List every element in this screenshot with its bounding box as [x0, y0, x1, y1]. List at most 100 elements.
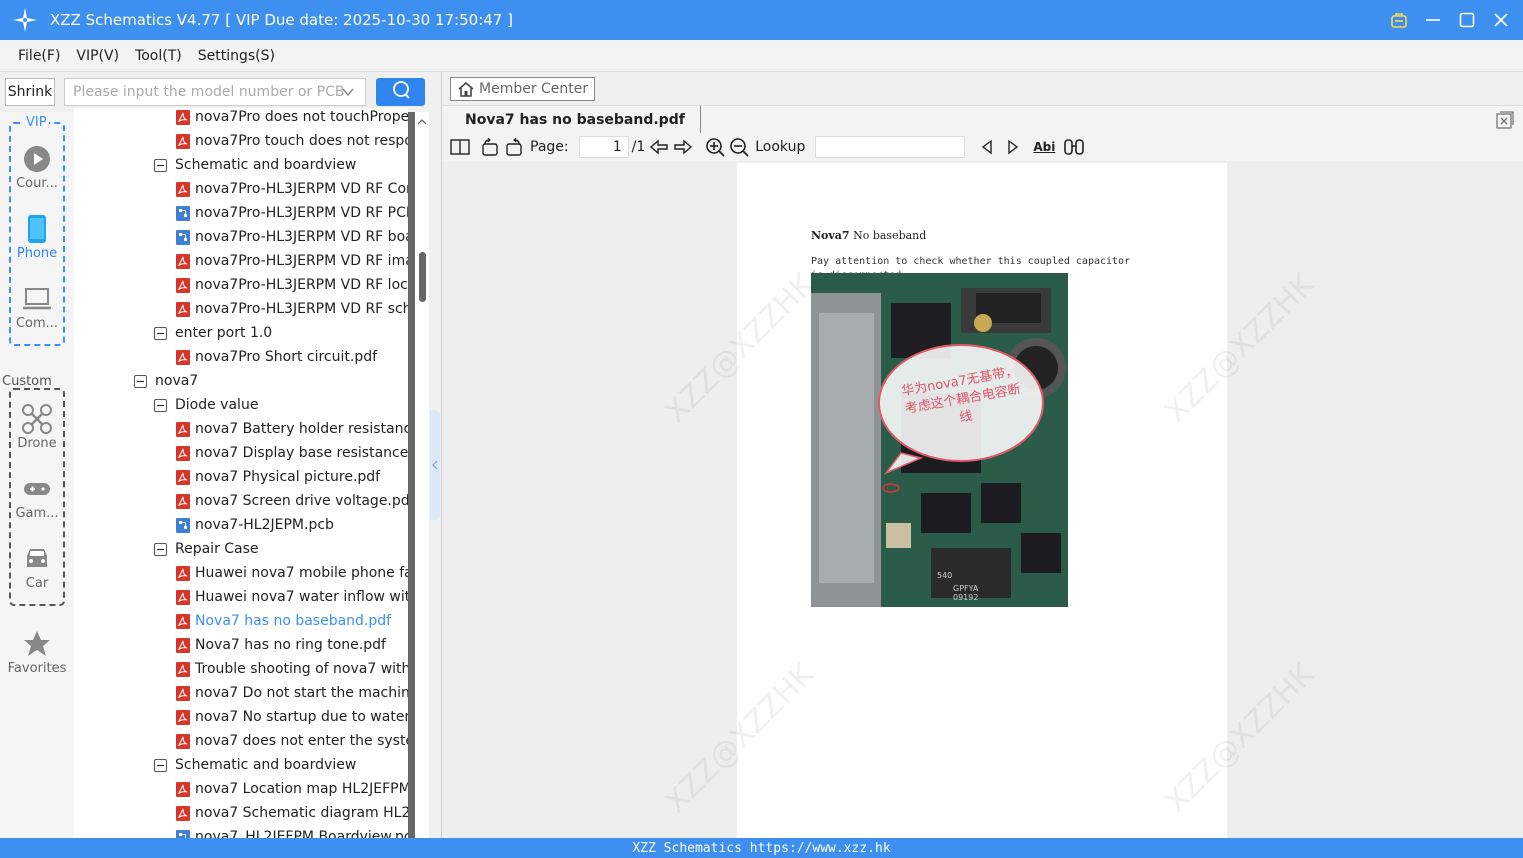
tree-file[interactable]: nova7Pro-HL3JERPM VD RF Cor [176, 177, 408, 201]
collapse-toggle-icon[interactable] [154, 398, 167, 412]
scroll-up-icon[interactable] [417, 114, 427, 130]
tree-file[interactable]: nova7Pro-HL3JERPM VD RF boa [176, 225, 408, 249]
rotate-left-icon[interactable] [480, 136, 500, 158]
pdf-page: Nova7 No baseband Pay attention to check… [737, 163, 1227, 838]
collapse-toggle-icon[interactable] [154, 158, 167, 172]
tree-file[interactable]: nova7Pro-HL3JERPM VD RF PCI [176, 201, 408, 225]
collapse-toggle-icon[interactable] [134, 374, 147, 388]
tree-item-label: Schematic and boardview [175, 757, 357, 773]
tree-file[interactable]: nova7 Screen drive voltage.pdf [176, 489, 408, 513]
close-button[interactable] [1491, 10, 1511, 30]
menu-tool[interactable]: Tool(T) [135, 48, 182, 64]
tree-folder[interactable]: nova7 [134, 369, 198, 393]
category-favorites[interactable]: Favorites [0, 629, 74, 676]
panel-splitter[interactable] [430, 410, 440, 520]
match-case-button[interactable]: Abi [1033, 136, 1055, 158]
find-previous-icon[interactable] [979, 136, 995, 158]
collapse-toggle-icon[interactable] [154, 758, 167, 772]
tree-file[interactable]: nova7 does not enter the systen [176, 729, 408, 753]
member-center-button[interactable]: Member Center [450, 77, 596, 101]
tree-file[interactable]: Trouble shooting of nova7 with [176, 657, 408, 681]
tree-file[interactable]: Huawei nova7 water inflow witl [176, 585, 408, 609]
tree-folder[interactable]: Schematic and boardview [154, 753, 356, 777]
tree-scrollbar-thumb[interactable] [419, 252, 426, 302]
tree-file[interactable]: Nova7 has no baseband.pdf [176, 609, 391, 633]
star-icon [0, 629, 74, 659]
pdf-viewport[interactable]: Nova7 No baseband Pay attention to check… [442, 161, 1523, 838]
next-page-icon[interactable] [673, 136, 693, 158]
rotate-right-icon[interactable] [504, 136, 524, 158]
tree-file[interactable]: nova7Pro touch does not respo [176, 129, 408, 153]
tree-file[interactable]: Huawei nova7 mobile phone fa [176, 561, 408, 585]
maximize-button[interactable] [1457, 10, 1477, 30]
search-placeholder: Please input the model number or PCB [73, 84, 345, 100]
tree-file[interactable]: nova7Pro Short circuit.pdf [176, 345, 377, 369]
collapse-toggle-icon[interactable] [154, 542, 167, 556]
lookup-label: Lookup [755, 139, 806, 155]
menu-vip[interactable]: VIP(V) [76, 48, 119, 64]
lookup-input[interactable] [815, 136, 966, 158]
minimize-button[interactable] [1423, 10, 1443, 30]
category-label: Com... [15, 316, 59, 331]
model-tree[interactable]: nova7Pro does not touchPrope nova7Pro tou… [74, 108, 408, 838]
tree-folder[interactable]: enter port 1.0 [154, 321, 272, 345]
tree-item-label: nova7Pro-HL3JERPM VD RF ima [195, 253, 408, 269]
tree-item-label: nova7 No startup due to water i [195, 709, 408, 725]
pdf-file-icon [176, 637, 190, 653]
tree-folder[interactable]: Schematic and boardview [154, 153, 356, 177]
collapse-toggle-icon[interactable] [154, 326, 167, 340]
drone-icon [0, 404, 74, 434]
zoom-in-icon[interactable] [705, 136, 725, 158]
category-game[interactable]: Gam... [0, 474, 74, 521]
tree-file[interactable]: nova7_HL2JEFPM Boardview.pc [176, 825, 408, 838]
tree-file[interactable]: nova7 Battery holder resistance [176, 417, 408, 441]
document-tab-bar: Nova7 has no baseband.pdf [442, 105, 1523, 134]
close-all-tabs-icon[interactable] [1496, 111, 1514, 129]
viewer-panel: Member Center Nova7 has no baseband.pdf … [441, 72, 1523, 838]
tree-file[interactable]: nova7 Display base resistance v [176, 441, 408, 465]
binoculars-icon[interactable] [1063, 136, 1085, 158]
toggle-sidebar-icon[interactable] [450, 136, 470, 158]
pdf-file-icon [176, 781, 190, 797]
menu-file[interactable]: File(F) [18, 48, 60, 64]
search-button[interactable] [376, 78, 425, 106]
tree-file[interactable]: nova7Pro-HL3JERPM VD RF sch [176, 297, 408, 321]
tree-file[interactable]: nova7Pro does not touchPrope [176, 108, 408, 129]
chevron-down-icon[interactable] [341, 85, 355, 103]
pdf-heading: Nova7 No baseband [811, 229, 927, 242]
category-courses[interactable]: Cour... [0, 144, 74, 191]
tree-folder[interactable]: Repair Case [154, 537, 259, 561]
tree-item-label: Schematic and boardview [175, 157, 357, 173]
menu-settings[interactable]: Settings(S) [198, 48, 275, 64]
previous-page-icon[interactable] [649, 136, 669, 158]
tree-file[interactable]: nova7 Do not start the machine [176, 681, 408, 705]
tree-folder[interactable]: Diode value [154, 393, 258, 417]
tree-file[interactable]: Nova7 has no ring tone.pdf [176, 633, 386, 657]
pcb-file-icon [176, 205, 190, 221]
tree-item-label: enter port 1.0 [175, 325, 273, 341]
tree-scrollbar[interactable] [415, 112, 429, 838]
category-car[interactable]: Car [0, 544, 74, 591]
category-computer[interactable]: Com... [0, 284, 74, 331]
tree-file[interactable]: nova7 Physical picture.pdf [176, 465, 380, 489]
vip-group-label: VIP [24, 115, 49, 130]
laptop-icon [0, 284, 74, 314]
find-next-icon[interactable] [1005, 136, 1021, 158]
zoom-out-icon[interactable] [729, 136, 749, 158]
board-photo: 华为nova7无基带，考虑这个耦合电容断线 540 GPFYA 09192 [811, 273, 1068, 607]
shrink-button[interactable]: Shrink [5, 78, 55, 106]
tree-item-label: nova7_HL2JEFPM Boardview.pc [195, 829, 408, 838]
model-search-input[interactable]: Please input the model number or PCB [64, 78, 366, 106]
tree-file[interactable]: nova7Pro-HL3JERPM VD RF loc [176, 273, 408, 297]
category-drone[interactable]: Drone [0, 404, 74, 451]
document-tab[interactable]: Nova7 has no baseband.pdf [442, 106, 701, 134]
tree-file[interactable]: nova7Pro-HL3JERPM VD RF ima [176, 249, 408, 273]
lock-bag-icon[interactable] [1389, 10, 1409, 30]
category-phone[interactable]: Phone [0, 214, 74, 261]
page-number-input[interactable]: 1 [578, 136, 629, 158]
tree-file[interactable]: nova7 Location map HL2JEFPM [176, 777, 408, 801]
tree-file[interactable]: nova7 Schematic diagram HL2J [176, 801, 408, 825]
page-total: /1 [631, 139, 646, 155]
tree-file[interactable]: nova7-HL2JEPM.pcb [176, 513, 334, 537]
tree-file[interactable]: nova7 No startup due to water i [176, 705, 408, 729]
